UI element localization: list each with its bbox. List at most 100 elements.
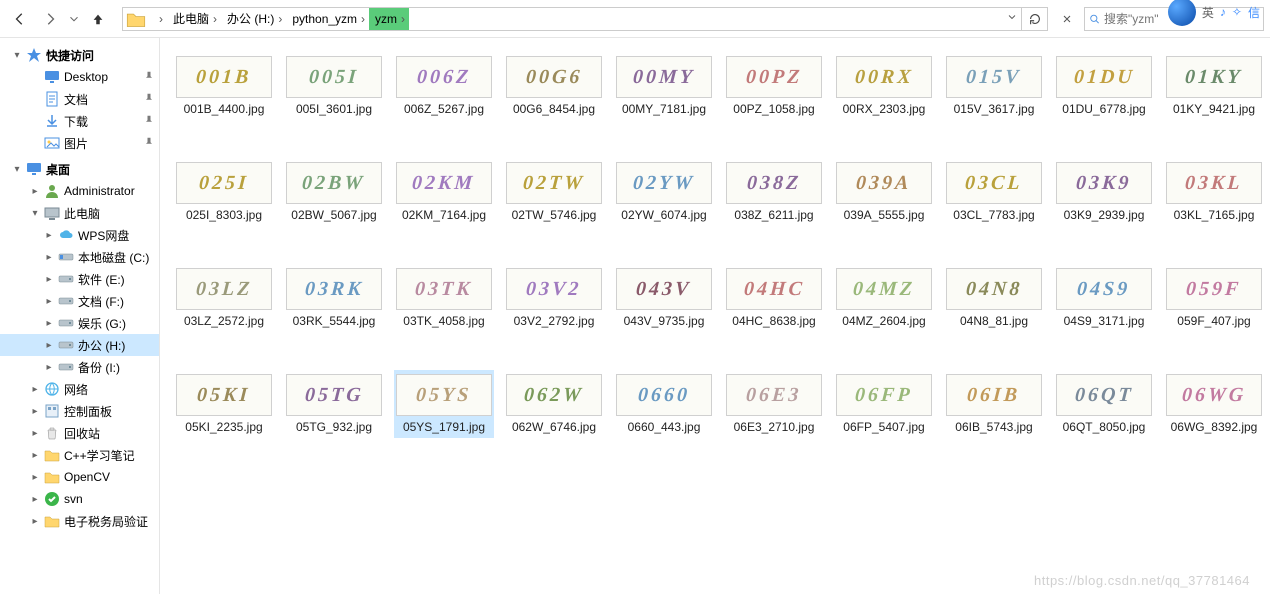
tree-item[interactable]: ▾快捷访问 (0, 44, 159, 66)
expand-toggle[interactable]: ▸ (44, 274, 54, 285)
expand-toggle[interactable]: ▸ (44, 296, 54, 307)
expand-toggle[interactable]: ▸ (44, 230, 54, 241)
breadcrumb-segment[interactable]: python_yzm› (286, 8, 369, 30)
file-item[interactable]: 03LZ03LZ_2572.jpg (174, 264, 274, 332)
ime-indicator[interactable]: 英 (1202, 4, 1214, 21)
tree-item[interactable]: 文档 (0, 88, 159, 110)
wechat-indicator[interactable]: 信 (1248, 4, 1260, 21)
breadcrumb-segment[interactable]: 此电脑› (167, 8, 221, 30)
file-item[interactable]: 04S904S9_3171.jpg (1054, 264, 1154, 332)
expand-toggle[interactable]: ▸ (30, 450, 40, 461)
expand-toggle[interactable]: ▸ (30, 384, 40, 395)
file-item[interactable]: 001B001B_4400.jpg (174, 52, 274, 120)
address-history-dropdown[interactable] (1001, 11, 1021, 26)
file-item[interactable]: 043V043V_9735.jpg (614, 264, 714, 332)
back-button[interactable] (6, 6, 34, 32)
file-item[interactable]: 03KL03KL_7165.jpg (1164, 158, 1264, 226)
expand-toggle[interactable]: ▾ (12, 50, 22, 61)
stop-button[interactable] (1056, 8, 1078, 30)
file-item[interactable]: 06WG06WG_8392.jpg (1164, 370, 1264, 438)
file-item[interactable]: 03V203V2_2792.jpg (504, 264, 604, 332)
address-bar[interactable]: ›此电脑›办公 (H:)›python_yzm›yzm› (122, 7, 1048, 31)
tree-item[interactable]: ▸C++学习笔记 (0, 444, 159, 466)
file-item[interactable]: 059F059F_407.jpg (1164, 264, 1264, 332)
file-item[interactable]: 02KM02KM_7164.jpg (394, 158, 494, 226)
recent-dropdown[interactable] (66, 6, 82, 32)
file-item[interactable]: 00RX00RX_2303.jpg (834, 52, 934, 120)
file-item[interactable]: 02BW02BW_5067.jpg (284, 158, 384, 226)
tree-item[interactable]: ▸本地磁盘 (C:) (0, 246, 159, 268)
tree-item[interactable]: ▸Administrator (0, 180, 159, 202)
file-item[interactable]: 005I005I_3601.jpg (284, 52, 384, 120)
tree-item[interactable]: 下载 (0, 110, 159, 132)
expand-toggle[interactable]: ▸ (30, 472, 40, 483)
file-item[interactable]: 06E306E3_2710.jpg (724, 370, 824, 438)
expand-toggle[interactable]: ▸ (44, 318, 54, 329)
file-item[interactable]: 02YW02YW_6074.jpg (614, 158, 714, 226)
breadcrumb-root-chevron[interactable]: › (149, 8, 167, 30)
expand-toggle[interactable]: ▸ (30, 516, 40, 527)
tree-item[interactable]: 图片 (0, 132, 159, 154)
tree-item[interactable]: ▸svn (0, 488, 159, 510)
file-item[interactable]: 00MY00MY_7181.jpg (614, 52, 714, 120)
tree-item[interactable]: ▸备份 (I:) (0, 356, 159, 378)
file-item[interactable]: 03CL03CL_7783.jpg (944, 158, 1044, 226)
file-item[interactable]: 04N804N8_81.jpg (944, 264, 1044, 332)
file-item[interactable]: 006Z006Z_5267.jpg (394, 52, 494, 120)
expand-toggle[interactable]: ▸ (30, 406, 40, 417)
file-item[interactable]: 015V015V_3617.jpg (944, 52, 1044, 120)
tree-item[interactable]: ▸网络 (0, 378, 159, 400)
expand-toggle[interactable]: ▾ (12, 164, 22, 175)
file-item[interactable]: 06600660_443.jpg (614, 370, 714, 438)
file-item[interactable]: 03K903K9_2939.jpg (1054, 158, 1154, 226)
file-item[interactable]: 05TG05TG_932.jpg (284, 370, 384, 438)
breadcrumb-segment[interactable]: 办公 (H:)› (221, 8, 286, 30)
file-item[interactable]: 03TK03TK_4058.jpg (394, 264, 494, 332)
up-button[interactable] (84, 6, 112, 32)
file-item[interactable]: 062W062W_6746.jpg (504, 370, 604, 438)
tree-item[interactable]: ▸控制面板 (0, 400, 159, 422)
forward-button[interactable] (36, 6, 64, 32)
file-item[interactable]: 04HC04HC_8638.jpg (724, 264, 824, 332)
expand-toggle[interactable]: ▸ (30, 186, 40, 197)
tree-item[interactable]: ▸娱乐 (G:) (0, 312, 159, 334)
tree-item[interactable]: ▾桌面 (0, 158, 159, 180)
file-item[interactable]: 03RK03RK_5544.jpg (284, 264, 384, 332)
file-item[interactable]: 025I025I_8303.jpg (174, 158, 274, 226)
file-item[interactable]: 02TW02TW_5746.jpg (504, 158, 604, 226)
tree-item-label: 下载 (64, 113, 88, 130)
file-item[interactable]: 06QT06QT_8050.jpg (1054, 370, 1154, 438)
file-list[interactable]: 001B001B_4400.jpg005I005I_3601.jpg006Z00… (160, 38, 1270, 594)
file-item[interactable]: 06FP06FP_5407.jpg (834, 370, 934, 438)
user-avatar[interactable] (1168, 0, 1196, 26)
tree-item[interactable]: Desktop (0, 66, 159, 88)
tree-item[interactable]: ▸电子税务局验证 (0, 510, 159, 532)
tree-item[interactable]: ▸软件 (E:) (0, 268, 159, 290)
file-item[interactable]: 039A039A_5555.jpg (834, 158, 934, 226)
tree-item[interactable]: ▸回收站 (0, 422, 159, 444)
file-item[interactable]: 05YS05YS_1791.jpg (394, 370, 494, 438)
tree-item[interactable]: ▸办公 (H:) (0, 334, 159, 356)
file-item[interactable]: 01KY01KY_9421.jpg (1164, 52, 1264, 120)
expand-toggle[interactable]: ▸ (44, 252, 54, 263)
file-item[interactable]: 06IB06IB_5743.jpg (944, 370, 1044, 438)
file-item[interactable]: 01DU01DU_6778.jpg (1054, 52, 1154, 120)
refresh-button[interactable] (1021, 8, 1047, 30)
tray-icon[interactable]: ✧ (1232, 5, 1242, 19)
expand-toggle[interactable]: ▸ (44, 362, 54, 373)
file-item[interactable]: 04MZ04MZ_2604.jpg (834, 264, 934, 332)
file-item[interactable]: 00PZ00PZ_1058.jpg (724, 52, 824, 120)
file-item[interactable]: 00G600G6_8454.jpg (504, 52, 604, 120)
tray-icon[interactable]: ♪ (1220, 5, 1226, 19)
tree-item[interactable]: ▸OpenCV (0, 466, 159, 488)
expand-toggle[interactable]: ▸ (30, 428, 40, 439)
file-item[interactable]: 05KI05KI_2235.jpg (174, 370, 274, 438)
file-item[interactable]: 038Z038Z_6211.jpg (724, 158, 824, 226)
expand-toggle[interactable]: ▸ (30, 494, 40, 505)
expand-toggle[interactable]: ▾ (30, 208, 40, 219)
tree-item[interactable]: ▸WPS网盘 (0, 224, 159, 246)
tree-item[interactable]: ▾此电脑 (0, 202, 159, 224)
breadcrumb-segment[interactable]: yzm› (369, 8, 409, 30)
expand-toggle[interactable]: ▸ (44, 340, 54, 351)
tree-item[interactable]: ▸文档 (F:) (0, 290, 159, 312)
